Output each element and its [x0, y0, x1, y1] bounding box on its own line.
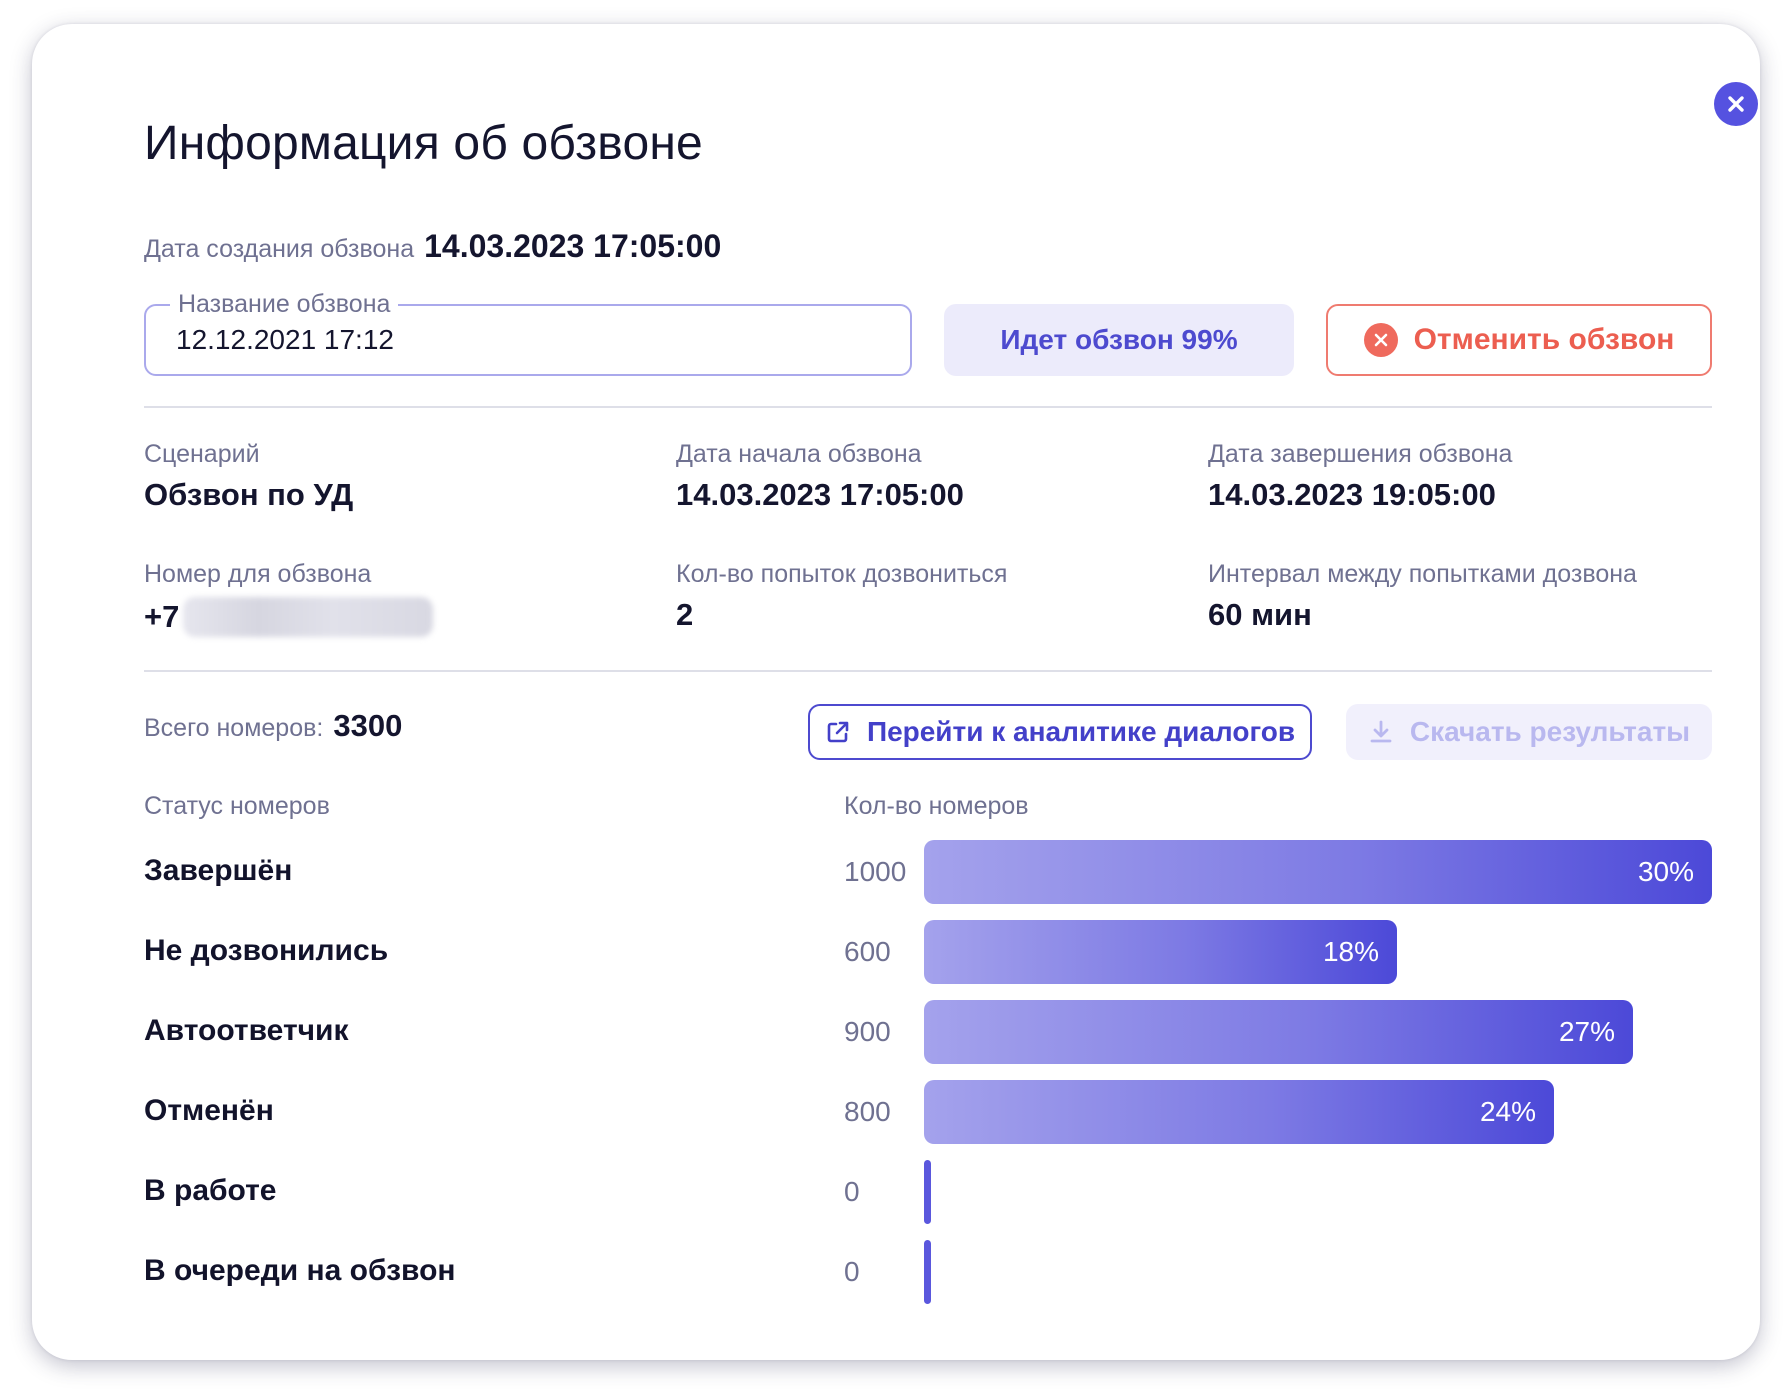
status-count: 0 [844, 1176, 860, 1207]
status-label: В работе [144, 1174, 277, 1207]
status-label: Не дозвонились [144, 934, 389, 967]
scenario-value: Обзвон по УД [144, 477, 354, 512]
created-date-label: Дата создания обзвона [144, 235, 415, 263]
start-date-label: Дата начала обзвона [676, 440, 922, 468]
phone-value: +7 [144, 599, 180, 634]
status-bar [924, 1160, 931, 1224]
divider-middle [144, 670, 1712, 672]
interval-label: Интервал между попытками дозвона [1208, 560, 1637, 588]
status-count: 600 [844, 936, 891, 967]
campaign-name-field[interactable]: Название обзвона [144, 290, 912, 376]
status-percent: 18% [1322, 936, 1379, 967]
status-count: 900 [844, 1016, 891, 1047]
status-column-header: Статус номеров [144, 792, 330, 820]
download-results-button[interactable]: Скачать результаты [1346, 704, 1712, 760]
status-progress-button[interactable]: Идет обзвон 99% [944, 304, 1294, 376]
scenario-info: Сценарий Обзвон по УД [144, 440, 353, 513]
end-date-value: 14.03.2023 19:05:00 [1208, 477, 1496, 512]
total-numbers: Всего номеров: 3300 [144, 708, 402, 744]
status-bar: 30% [924, 840, 1712, 904]
campaign-name-input[interactable] [176, 324, 876, 356]
divider-top [144, 406, 1712, 408]
created-date-value: 14.03.2023 17:05:00 [424, 228, 722, 264]
status-percent: 24% [1479, 1096, 1536, 1127]
attempts-label: Кол-во попыток дозвониться [676, 560, 1008, 588]
status-label: В очереди на обзвон [144, 1254, 456, 1287]
interval-info: Интервал между попытками дозвона 60 мин [1208, 560, 1637, 633]
status-percent: 30% [1637, 856, 1694, 887]
status-label: Завершён [144, 854, 293, 887]
scenario-label: Сценарий [144, 440, 260, 468]
total-label: Всего номеров: [144, 714, 324, 742]
phone-redacted [183, 597, 434, 637]
total-value: 3300 [333, 708, 403, 743]
download-button-label: Скачать результаты [1409, 716, 1691, 747]
cancel-circle-icon [1363, 323, 1398, 357]
attempts-value: 2 [676, 597, 694, 632]
download-icon [1370, 720, 1392, 743]
count-column-header: Кол-во номеров [844, 792, 1029, 820]
phone-info: Номер для обзвона +7 [144, 560, 434, 637]
start-date-info: Дата начала обзвона 14.03.2023 17:05:00 [676, 440, 964, 513]
cancel-campaign-label: Отменить обзвон [1413, 323, 1675, 356]
cancel-campaign-button[interactable]: Отменить обзвон [1326, 304, 1712, 376]
campaign-name-label: Название обзвона [170, 290, 399, 319]
status-count: 1000 [844, 856, 907, 887]
status-bar: 27% [924, 1000, 1633, 1064]
status-bar: 24% [924, 1080, 1554, 1144]
analytics-button[interactable]: Перейти к аналитике диалогов [808, 704, 1312, 760]
close-button[interactable] [1714, 82, 1758, 126]
start-date-value: 14.03.2023 17:05:00 [676, 477, 964, 512]
attempts-info: Кол-во попыток дозвониться 2 [676, 560, 1007, 633]
status-count: 800 [844, 1096, 891, 1127]
status-count: 0 [844, 1256, 860, 1287]
created-date: Дата создания обзвона 14.03.2023 17:05:0… [144, 228, 721, 265]
analytics-button-label: Перейти к аналитике диалогов [866, 716, 1296, 747]
dialog-title: Информация об обзвоне [144, 117, 703, 170]
close-icon [1728, 96, 1744, 112]
end-date-info: Дата завершения обзвона 14.03.2023 19:05… [1208, 440, 1512, 513]
status-label: Отменён [144, 1094, 274, 1127]
end-date-label: Дата завершения обзвона [1208, 440, 1513, 468]
external-link-icon [827, 721, 849, 743]
interval-value: 60 мин [1208, 597, 1312, 632]
status-percent: 27% [1558, 1016, 1615, 1047]
call-info-dialog: Информация об обзвоне Дата создания обзв… [32, 24, 1760, 1360]
status-bar: 18% [924, 920, 1397, 984]
phone-label: Номер для обзвона [144, 560, 372, 588]
status-label: Автоответчик [144, 1014, 349, 1047]
status-bar [924, 1240, 931, 1304]
